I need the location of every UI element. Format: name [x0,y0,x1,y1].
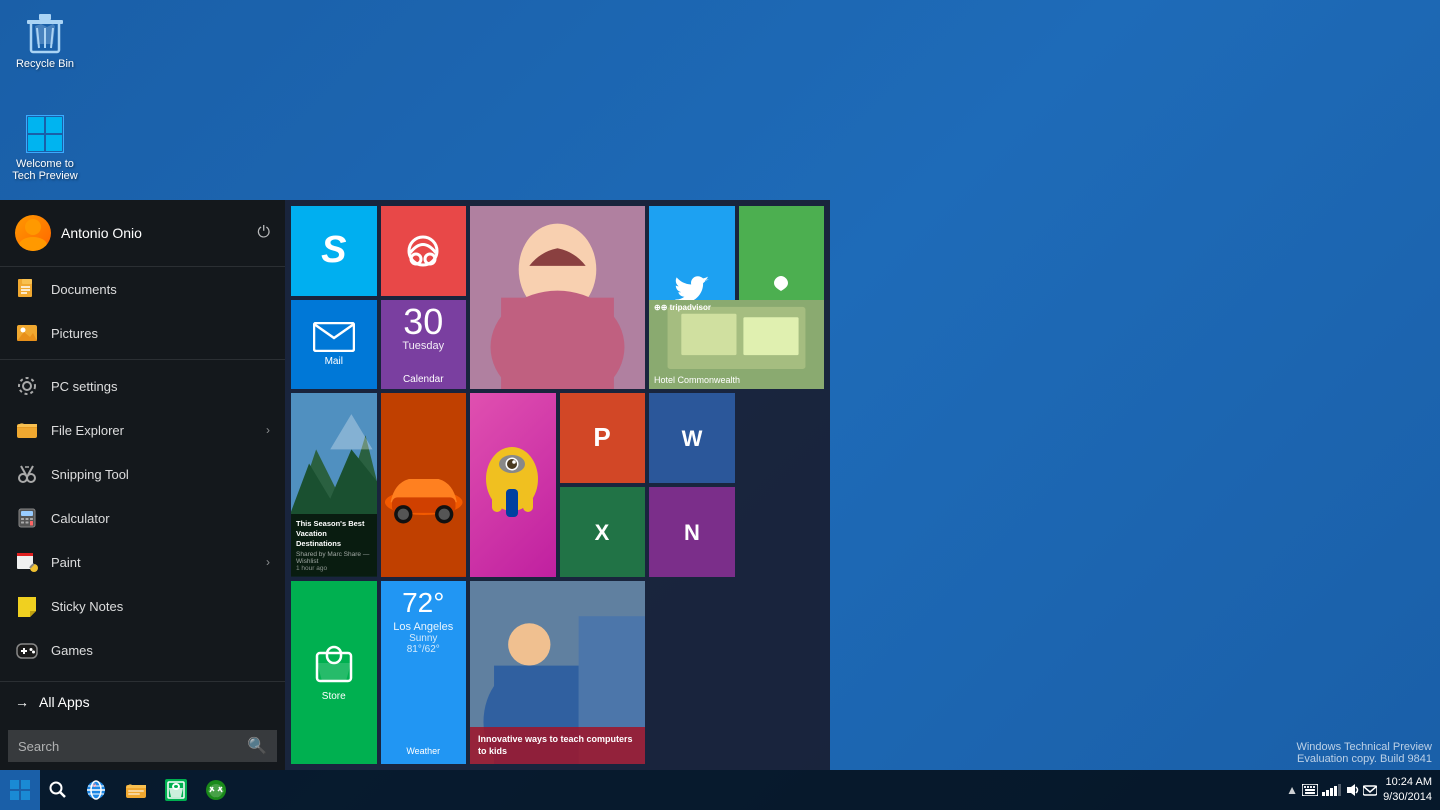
welcome-tech-preview-icon[interactable]: Welcome to Tech Preview [5,110,85,186]
start-menu-left: Antonio Onio ⏻ Documents [0,200,285,770]
tile[interactable]: This Season's Best Vacation Destinations… [291,393,377,576]
taskbar: e [0,770,1440,810]
build-info: Windows Technical Preview Evaluation cop… [1296,741,1432,765]
recycle-bin-icon[interactable]: Recycle Bin [5,10,85,74]
divider1 [0,359,285,360]
sidebar-item-file-explorer[interactable]: File Explorer › [0,408,285,452]
all-apps-arrow: → [15,694,29,710]
build-text2: Evaluation copy. Build 9841 [1296,753,1432,765]
sticky-notes-icon [15,594,39,618]
taskbar-datetime: 10:24 AM 9/30/2014 [1383,775,1432,806]
taskbar-store[interactable] [156,770,196,810]
pictures-icon [15,321,39,345]
file-explorer-label: File Explorer [51,423,124,438]
taskbar-system-icons: ▲ [1286,783,1377,797]
taskbar-ie[interactable]: e [76,770,116,810]
tile[interactable] [470,393,556,576]
all-apps-section: → All Apps [0,681,285,722]
snipping-tool-label: Snipping Tool [51,467,129,482]
svg-text:N: N [684,520,700,545]
documents-icon [15,277,39,301]
snipping-tool-icon [15,462,39,486]
tile[interactable]: P [560,393,646,483]
documents-label: Documents [51,282,117,297]
notification-up-arrow[interactable]: ▲ [1286,783,1298,797]
sidebar-item-sticky-notes[interactable]: Sticky Notes [0,584,285,628]
signal-icon [1322,784,1341,796]
recycle-bin-image [25,14,65,54]
taskbar-file-explorer[interactable] [116,770,156,810]
file-explorer-arrow: › [266,423,270,437]
tile[interactable]: 72°Los AngelesSunny81°/62°Weather [381,581,467,764]
sidebar-item-games[interactable]: Games [0,628,285,672]
desktop: Recycle Bin Welcome to Tech Preview [0,0,1440,810]
taskbar-date-display: 9/30/2014 [1383,790,1432,805]
games-label: Games [51,643,93,658]
welcome-image [25,114,65,154]
start-menu: Antonio Onio ⏻ Documents [0,200,830,770]
all-apps-label: All Apps [39,694,90,710]
power-button[interactable]: ⏻ [257,224,270,242]
search-icon: 🔍 [247,736,267,756]
pc-settings-icon [15,374,39,398]
tile[interactable]: 30TuesdayCalendar [381,300,467,390]
calculator-label: Calculator [51,511,110,526]
tile[interactable]: W [649,393,735,483]
user-info: Antonio Onio [15,215,142,251]
taskbar-right: ▲ [1286,775,1440,806]
tile[interactable] [381,393,467,576]
sidebar-item-paint[interactable]: Paint › [0,540,285,584]
taskbar-search[interactable] [40,770,76,810]
sticky-notes-label: Sticky Notes [51,599,123,614]
recycle-bin-label: Recycle Bin [16,58,74,70]
user-name: Antonio Onio [61,225,142,241]
start-search-bar[interactable]: 🔍 [8,730,277,762]
tile[interactable]: Mail [291,300,377,390]
paint-icon [15,550,39,574]
tile[interactable]: X [560,487,646,577]
file-explorer-icon [15,418,39,442]
paint-label: Paint [51,555,81,570]
build-text1: Windows Technical Preview [1296,741,1432,753]
volume-icon [1345,783,1359,797]
start-button[interactable] [0,770,40,810]
start-search-input[interactable] [18,739,239,754]
tile[interactable]: Innovative ways to teach computers to ki… [470,581,645,764]
start-menu-tiles: STwittermint.comMail30TuesdayCalendar⊕⊕ … [285,200,830,770]
all-apps-button[interactable]: → All Apps [0,682,285,722]
user-section: Antonio Onio ⏻ [0,200,285,267]
notification-icon [1363,783,1377,797]
tile[interactable]: S [291,206,377,296]
sidebar-item-calculator[interactable]: Calculator [0,496,285,540]
calculator-icon [15,506,39,530]
tile[interactable] [470,206,645,389]
tile[interactable]: Store [291,581,377,764]
svg-text:P: P [594,422,611,452]
keyboard-icon [1302,784,1318,796]
svg-text:W: W [681,426,702,451]
pc-settings-label: PC settings [51,379,117,394]
welcome-label: Welcome to Tech Preview [12,158,77,182]
tile[interactable] [381,206,467,296]
sidebar-item-pictures[interactable]: Pictures [0,311,285,355]
sidebar-item-documents[interactable]: Documents [0,267,285,311]
tile[interactable]: ⊕⊕ tripadvisorHotel Commonwealth [649,300,824,390]
pictures-label: Pictures [51,326,98,341]
taskbar-xbox[interactable] [196,770,236,810]
taskbar-time-display: 10:24 AM [1383,775,1432,790]
sidebar-item-pc-settings[interactable]: PC settings [0,364,285,408]
tile[interactable]: N [649,487,735,577]
avatar[interactable] [15,215,51,251]
windows-logo [10,780,30,800]
sidebar-item-snipping-tool[interactable]: Snipping Tool [0,452,285,496]
games-icon [15,638,39,662]
svg-text:X: X [595,520,610,545]
paint-arrow: › [266,555,270,569]
